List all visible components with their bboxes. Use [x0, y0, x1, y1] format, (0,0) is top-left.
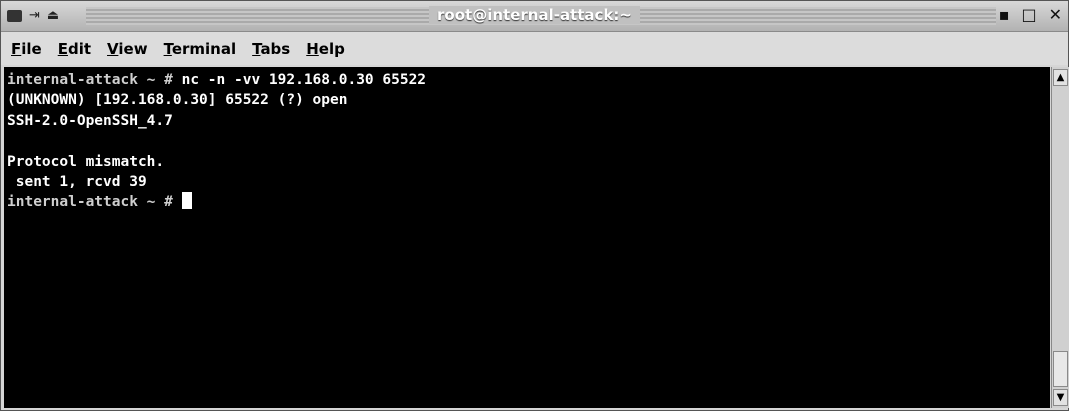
- command-text: nc -n -vv 192.168.0.30 65522: [181, 72, 427, 88]
- menu-file[interactable]: File: [11, 40, 42, 58]
- terminal-line: SSH-2.0-OpenSSH_4.7: [7, 111, 1050, 131]
- vertical-scrollbar[interactable]: ▲ ▼: [1051, 67, 1069, 408]
- output-text: Protocol mismatch.: [7, 153, 165, 170]
- window-title-wrap: root@internal-attack:~: [1, 6, 1068, 24]
- terminal-window: ⇥ ⏏ root@internal-attack:~ ▪ □ ✕ File Ed…: [0, 0, 1069, 411]
- output-text: (UNKNOWN) [192.168.0.30] 65522 (?) open: [7, 92, 348, 109]
- text-cursor: [181, 192, 192, 210]
- shell-prompt: internal-attack ~ #: [7, 194, 182, 211]
- menu-edit[interactable]: Edit: [58, 40, 91, 58]
- menu-tabs[interactable]: Tabs: [252, 40, 290, 58]
- scrollbar-thumb[interactable]: [1053, 351, 1068, 387]
- menu-help[interactable]: Help: [306, 40, 345, 58]
- terminal-line: sent 1, rcvd 39: [7, 172, 1050, 192]
- terminal-output[interactable]: internal-attack ~ # nc -n -vv 192.168.0.…: [4, 67, 1050, 408]
- output-text: sent 1, rcvd 39: [7, 174, 147, 191]
- menu-view[interactable]: View: [107, 40, 148, 58]
- menu-terminal[interactable]: Terminal: [164, 40, 237, 58]
- terminal-line: (UNKNOWN) [192.168.0.30] 65522 (?) open: [7, 90, 1050, 110]
- scroll-down-arrow-icon[interactable]: ▼: [1053, 389, 1068, 406]
- terminal-line: internal-attack ~ #: [7, 192, 1050, 212]
- shell-prompt: internal-attack ~ #: [7, 72, 182, 88]
- terminal-line: Protocol mismatch.: [7, 152, 1050, 172]
- maximize-icon[interactable]: □: [1021, 6, 1036, 24]
- terminal-line: internal-attack ~ # nc -n -vv 192.168.0.…: [7, 70, 1050, 90]
- output-text: SSH-2.0-OpenSSH_4.7: [7, 112, 173, 129]
- minimize-icon[interactable]: ▪: [999, 6, 1010, 24]
- menu-bar: File Edit View Terminal Tabs Help: [1, 32, 1068, 65]
- window-controls: ▪ □ ✕: [999, 6, 1062, 24]
- close-icon[interactable]: ✕: [1049, 6, 1062, 24]
- window-title: root@internal-attack:~: [429, 6, 640, 24]
- scroll-up-arrow-icon[interactable]: ▲: [1053, 69, 1068, 86]
- title-bar[interactable]: ⇥ ⏏ root@internal-attack:~ ▪ □ ✕: [1, 1, 1068, 32]
